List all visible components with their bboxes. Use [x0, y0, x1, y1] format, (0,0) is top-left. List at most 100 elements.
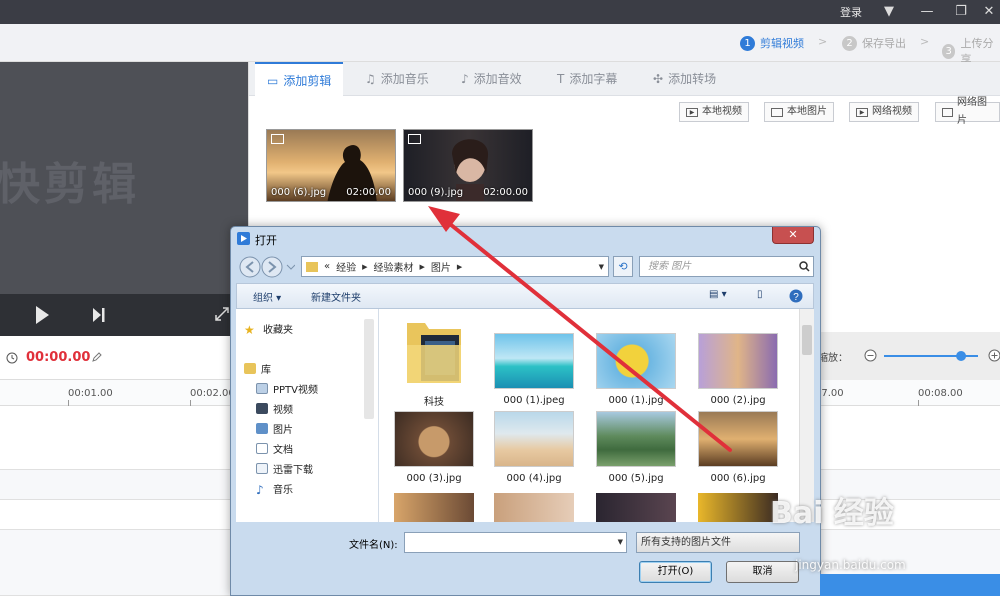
dialog-close-button[interactable]: ✕ [772, 227, 814, 244]
file-item[interactable]: 000 (3).jpg [389, 411, 479, 484]
zoom-in-icon[interactable] [988, 349, 1000, 362]
video-icon [256, 403, 268, 414]
media-tabs: ▭ 添加剪辑 ♫ 添加音乐 ♪ 添加音效 T 添加字幕 ✣ 添加转场 [249, 62, 1000, 97]
file-type-filter[interactable]: 所有支持的图片文件 [636, 532, 800, 553]
image-icon [271, 134, 284, 144]
file-item[interactable]: 000 (5).jpg [591, 411, 681, 484]
nav-pictures[interactable]: 图片 [256, 421, 293, 436]
tab-add-music[interactable]: ♫ 添加音乐 [353, 62, 441, 96]
image-thumbnail [698, 333, 778, 389]
music-icon: ♪ [256, 483, 264, 497]
step-edit[interactable]: 1 剪辑视频 [740, 35, 804, 51]
nav-documents[interactable]: 文档 [256, 441, 293, 456]
online-video-button[interactable]: ▶ 网络视频 [849, 102, 919, 122]
chevron-right-icon[interactable]: ▶ [457, 263, 462, 271]
folder-icon [306, 261, 318, 272]
breadcrumb-item[interactable]: 经验素材 [374, 259, 414, 274]
filename-label: 文件名(N): [349, 540, 398, 551]
video-camera-icon: ▭ [267, 73, 279, 88]
image-thumbnail[interactable] [394, 493, 474, 522]
file-item[interactable]: 000 (6).jpg [693, 411, 783, 484]
fullscreen-icon[interactable] [214, 306, 230, 322]
preview-pane-icon[interactable]: ▯ [757, 289, 763, 300]
file-item[interactable]: 000 (4).jpg [489, 411, 579, 484]
baidu-watermark-url: jingyan.baidu.com [795, 558, 906, 572]
edit-time-icon[interactable] [92, 352, 102, 362]
zoom-slider-knob[interactable] [956, 351, 967, 361]
chevron-down-icon[interactable]: ▼ [618, 538, 623, 546]
tab-add-subtitle[interactable]: T 添加字幕 [545, 62, 629, 96]
minimize-icon[interactable]: — [916, 2, 938, 22]
nav-library[interactable]: 库 [244, 361, 271, 376]
zoom-out-icon[interactable] [864, 349, 877, 362]
file-list: 科技 000 (1).jpeg 000 (1).jpg 000 (2).jpg … [379, 309, 799, 522]
search-input[interactable]: 搜索 图片 [639, 256, 814, 277]
login-link[interactable]: 登录 [840, 4, 862, 20]
player-controls [0, 294, 248, 336]
breadcrumb-item[interactable]: 图片 [431, 259, 451, 274]
tab-add-sound-effect[interactable]: ♪ 添加音效 [449, 62, 534, 96]
nav-thunder-downloads[interactable]: 迅雷下载 [256, 461, 313, 476]
close-app-icon[interactable]: ✕ [978, 2, 1000, 22]
document-icon [256, 443, 268, 454]
tab-add-clip[interactable]: ▭ 添加剪辑 [255, 62, 344, 97]
video-preview: 快剪辑 [0, 62, 248, 294]
file-item[interactable]: 000 (2).jpg [693, 333, 783, 406]
ruler-tick-label: 00:02.00 [190, 388, 235, 399]
nav-favorites[interactable]: ★ 收藏夹 [244, 321, 293, 337]
image-thumbnail[interactable] [698, 493, 778, 522]
svg-text:?: ? [793, 292, 799, 303]
back-icon[interactable] [239, 256, 261, 278]
folder-item[interactable]: 科技 [389, 315, 479, 408]
local-video-button[interactable]: ▶ 本地视频 [679, 102, 749, 122]
next-frame-icon[interactable] [92, 307, 106, 323]
clip-thumbnail[interactable]: 000 (6).jpg 02:00.00 [266, 129, 396, 202]
image-thumbnail [494, 411, 574, 467]
star-icon: ★ [244, 323, 255, 337]
navigation-pane: ★ 收藏夹 库 PPTV视频 视频 图片 文档 迅雷下载 ♪ 音乐 [236, 309, 379, 522]
play-icon[interactable] [34, 305, 50, 325]
steps-bar: 1 剪辑视频 > 2 保存导出 > 3 上传分享 [0, 24, 1000, 66]
ruler-tick-label: 00:08.00 [918, 388, 963, 399]
refresh-icon[interactable]: ⟲ [613, 256, 633, 277]
tab-add-transition[interactable]: ✣ 添加转场 [641, 62, 728, 96]
step-export[interactable]: 2 保存导出 [842, 35, 906, 51]
zoom-control: 缩放： [818, 343, 1000, 369]
chevron-right-icon: > [920, 35, 930, 48]
maximize-icon[interactable]: ❐ [950, 2, 972, 22]
file-item[interactable]: 000 (1).jpg [591, 333, 681, 406]
cancel-button[interactable]: 取消 [726, 561, 799, 583]
clip-thumbnail[interactable]: 000 (9).jpg 02:00.00 [403, 129, 533, 202]
search-icon[interactable] [799, 261, 810, 272]
nav-videos[interactable]: 视频 [256, 401, 293, 416]
filename-input[interactable]: ▼ [404, 532, 627, 553]
chevron-down-icon[interactable]: ▼ [599, 263, 604, 271]
breadcrumb-overflow[interactable]: « [324, 261, 330, 272]
ruler-tick-label: :7.00 [818, 388, 844, 399]
forward-icon[interactable] [261, 256, 283, 278]
zoom-slider[interactable] [882, 347, 980, 365]
zoom-label: 缩放： [818, 353, 848, 364]
breadcrumb-item[interactable]: 经验 [336, 259, 356, 274]
online-image-button[interactable]: 网络图片 [935, 97, 1000, 126]
chevron-right-icon[interactable]: ▶ [420, 263, 425, 271]
nav-music[interactable]: ♪ 音乐 [256, 481, 293, 497]
preview-watermark: 快剪辑 [0, 159, 140, 210]
local-image-button[interactable]: 本地图片 [764, 102, 834, 122]
title-bar: 登录 ▼ — ❐ ✕ [0, 0, 1000, 24]
view-options-icon[interactable]: ▤ ▾ [709, 289, 727, 300]
organize-button[interactable]: 组织 ▾ [253, 289, 281, 304]
nav-pptv[interactable]: PPTV视频 [256, 381, 318, 396]
nav-scrollbar[interactable] [364, 319, 374, 419]
scrollbar-thumb[interactable] [802, 325, 812, 355]
address-bar[interactable]: « 经验 ▶ 经验素材 ▶ 图片 ▶ ▼ [301, 256, 609, 277]
image-thumbnail[interactable] [494, 493, 574, 522]
chevron-right-icon[interactable]: ▶ [362, 263, 367, 271]
new-folder-button[interactable]: 新建文件夹 [311, 289, 361, 304]
file-item[interactable]: 000 (1).jpeg [489, 333, 579, 406]
image-thumbnail [494, 333, 574, 389]
open-button[interactable]: 打开(O) [639, 561, 712, 583]
image-thumbnail[interactable] [596, 493, 676, 522]
help-icon[interactable]: ? [789, 289, 803, 303]
menu-icon[interactable]: ▼ [878, 2, 900, 22]
